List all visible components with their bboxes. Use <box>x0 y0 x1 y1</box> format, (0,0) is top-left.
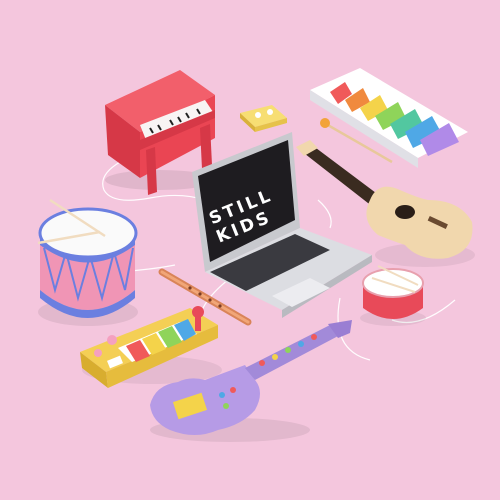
drum-icon <box>37 198 138 326</box>
toy-instruments-scene: STILL KIDS <box>0 0 500 500</box>
small-drum-icon <box>360 265 426 326</box>
